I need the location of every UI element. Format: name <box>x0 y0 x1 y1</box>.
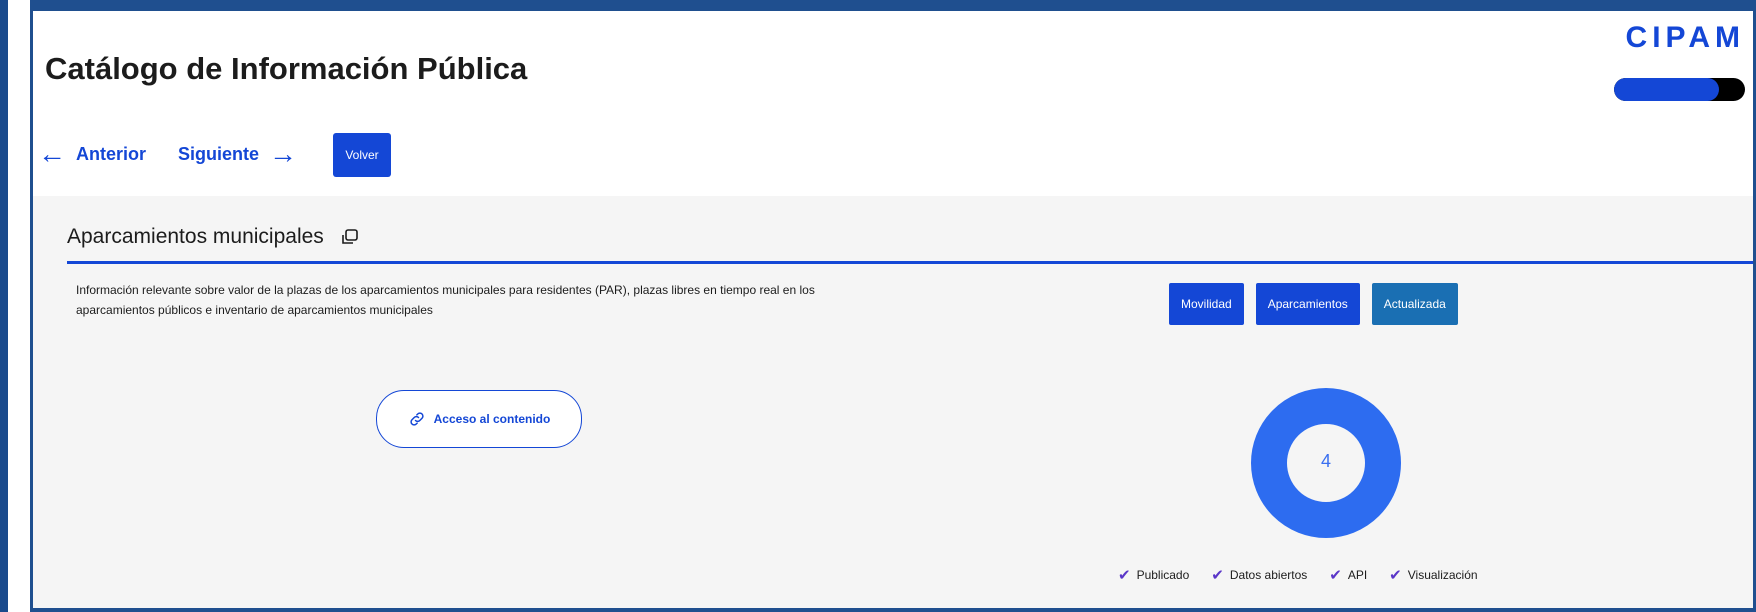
check-visualizacion: ✔ Visualización <box>1389 566 1477 584</box>
check-label: Datos abiertos <box>1229 568 1308 582</box>
status-checks: ✔ Publicado ✔ Datos abiertos ✔ API ✔ Vis… <box>1118 566 1478 584</box>
arrow-right-icon: → <box>269 138 298 169</box>
copy-icon[interactable] <box>340 227 360 247</box>
brand-name: CIPAM <box>1625 21 1745 54</box>
checkmark-icon: ✔ <box>1389 567 1402 584</box>
checkmark-icon: ✔ <box>1211 567 1224 584</box>
tag-movilidad[interactable]: Movilidad <box>1169 283 1244 325</box>
dataset-header: Aparcamientos municipales <box>67 225 360 249</box>
access-content-button[interactable]: Acceso al contenido <box>376 390 582 448</box>
dataset-description: Información relevante sobre valor de la … <box>76 283 815 317</box>
previous-label: Anterior <box>76 143 147 164</box>
main-panel: Catálogo de Información Pública CIPAM ← … <box>33 11 1753 608</box>
checkmark-icon: ✔ <box>1329 567 1342 584</box>
checkmark-icon: ✔ <box>1118 567 1131 584</box>
left-border <box>0 0 8 612</box>
check-publicado: ✔ Publicado <box>1118 566 1189 584</box>
page-frame: Catálogo de Información Pública CIPAM ← … <box>30 8 1756 612</box>
access-content-label: Acceso al contenido <box>433 412 551 426</box>
check-label: Visualización <box>1407 568 1478 582</box>
left-gap <box>8 0 30 612</box>
check-api: ✔ API <box>1329 566 1367 584</box>
back-button[interactable]: Volver <box>333 133 391 177</box>
arrow-left-icon: ← <box>38 138 66 169</box>
check-label: Publicado <box>1136 568 1190 582</box>
tag-list: Movilidad Aparcamientos Actualizada <box>1169 283 1458 325</box>
score-value: 4 <box>1320 451 1331 471</box>
brand-logo: CIPAM <box>1605 21 1745 103</box>
link-icon <box>410 412 424 426</box>
brand-bar-fill <box>1614 78 1719 101</box>
dataset-card: Aparcamientos municipales Información re… <box>33 196 1753 608</box>
check-label: API <box>1347 568 1368 582</box>
page-title: Catálogo de Información Pública <box>45 51 528 86</box>
dataset-title: Aparcamientos municipales <box>67 225 324 248</box>
next-label: Siguiente <box>178 143 260 164</box>
header-divider <box>67 261 1753 264</box>
check-datos-abiertos: ✔ Datos abiertos <box>1211 566 1307 584</box>
previous-link[interactable]: ← Anterior <box>38 138 147 169</box>
pager-nav: ← Anterior Siguiente → Volver <box>33 133 633 179</box>
tag-aparcamientos[interactable]: Aparcamientos <box>1255 283 1360 325</box>
next-link[interactable]: Siguiente → <box>178 138 298 169</box>
brand-bar <box>1614 78 1745 101</box>
tag-actualizada[interactable]: Actualizada <box>1371 283 1458 325</box>
